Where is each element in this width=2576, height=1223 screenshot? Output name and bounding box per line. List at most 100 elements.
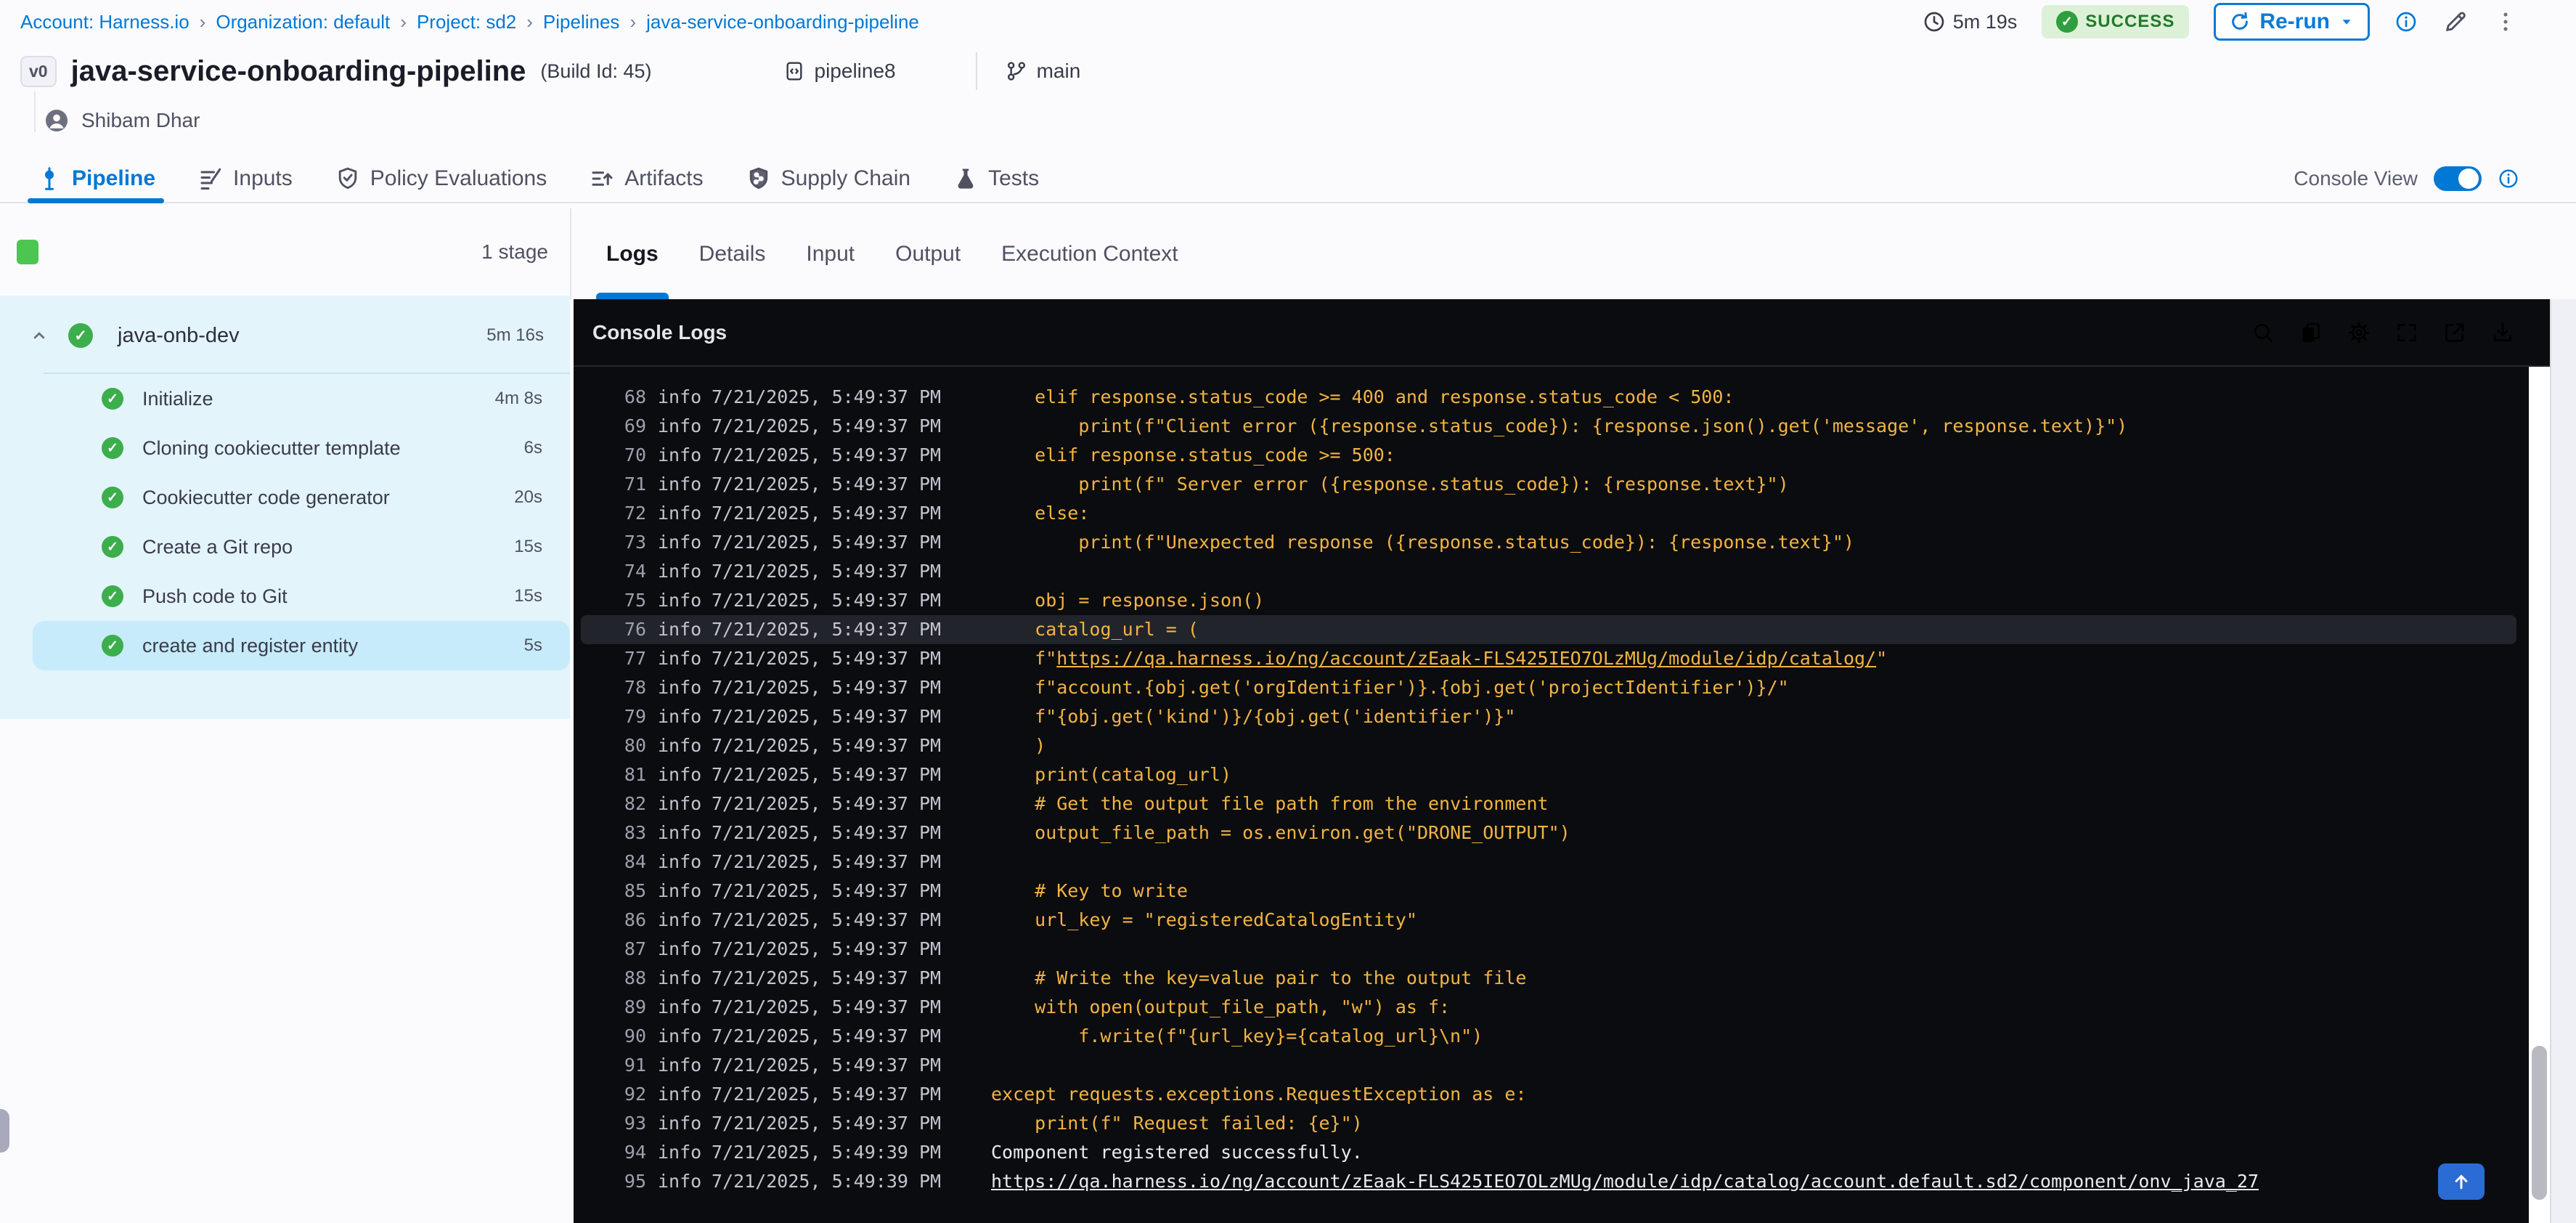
drawer-handle[interactable]: [0, 1109, 9, 1153]
log-level: info: [658, 474, 702, 495]
log-line-78[interactable]: 78 info 7/21/2025, 5:49:37 PM f"account.{ob…: [581, 673, 2516, 702]
log-line-87[interactable]: 87 info 7/21/2025, 5:49:37 PM: [581, 935, 2516, 964]
log-line-73[interactable]: 73 info 7/21/2025, 5:49:37 PM print(f"Unexp…: [581, 528, 2516, 557]
log-line-93[interactable]: 93 info 7/21/2025, 5:49:37 PM print(f" Requ…: [581, 1109, 2516, 1138]
breadcrumb-item[interactable]: Account: Harness.io: [20, 11, 189, 33]
log-line-79[interactable]: 79 info 7/21/2025, 5:49:37 PM f"{obj.get('k…: [581, 702, 2516, 731]
step-row-create-a-git-repo[interactable]: ✓ Create a Git repo 15s: [33, 522, 570, 572]
log-text: print(f" Request failed: {e}"): [1035, 1113, 1363, 1134]
info-icon[interactable]: [2498, 168, 2519, 190]
console-title: Console Logs: [592, 320, 727, 344]
log-line-69[interactable]: 69 info 7/21/2025, 5:49:37 PM print(f"Clien…: [581, 412, 2516, 441]
log-timestamp: 7/21/2025, 5:49:37 PM: [712, 967, 942, 988]
repo-chip[interactable]: pipeline8: [783, 60, 896, 83]
chevron-up-icon[interactable]: [29, 325, 49, 346]
log-line-number: 72: [624, 503, 646, 524]
log-line-85[interactable]: 85 info 7/21/2025, 5:49:37 PM # Key to writ…: [581, 877, 2516, 906]
info-icon[interactable]: [2394, 10, 2418, 33]
pipeline-title-row: v0 java-service-onboarding-pipeline (Bui…: [0, 48, 2576, 132]
console-view-toggle[interactable]: [2434, 166, 2482, 191]
log-scrollbar-track[interactable]: [2529, 367, 2550, 1223]
log-link[interactable]: https://qa.harness.io/ng/account/zEaak-F…: [991, 1171, 2259, 1192]
log-line-71[interactable]: 71 info 7/21/2025, 5:49:37 PM print(f" Serv…: [581, 470, 2516, 499]
log-line-86[interactable]: 86 info 7/21/2025, 5:49:37 PM url_key = "re…: [581, 906, 2516, 935]
step-row-cookiecutter-code-generator[interactable]: ✓ Cookiecutter code generator 20s: [33, 473, 570, 522]
breadcrumb-item[interactable]: Organization: default: [216, 11, 390, 33]
breadcrumb-item[interactable]: Pipelines: [543, 11, 620, 33]
log-line-83[interactable]: 83 info 7/21/2025, 5:49:37 PM output_file_p…: [581, 818, 2516, 848]
branch-chip[interactable]: main: [1005, 60, 1080, 83]
log-line-number: 84: [624, 851, 646, 872]
fullscreen-icon[interactable]: [2394, 320, 2419, 345]
log-line-75[interactable]: 75 info 7/21/2025, 5:49:37 PM obj = respons…: [581, 586, 2516, 615]
breadcrumb-item[interactable]: java-service-onboarding-pipeline: [646, 11, 919, 33]
edit-pencil-icon[interactable]: [2442, 9, 2469, 35]
step-name: create and register entity: [142, 634, 359, 657]
log-line-91[interactable]: 91 info 7/21/2025, 5:49:37 PM: [581, 1051, 2516, 1080]
log-line-number: 78: [624, 677, 646, 698]
success-check-icon: ✓: [102, 536, 123, 558]
log-level: info: [658, 880, 702, 901]
log-line-84[interactable]: 84 info 7/21/2025, 5:49:37 PM: [581, 848, 2516, 877]
log-text: elif response.status_code >= 500:: [1035, 444, 1395, 466]
stages-sidebar: 1 stage ✓ java-onb-dev 5m 16s ✓ Initializ…: [0, 208, 570, 1223]
log-line-74[interactable]: 74 info 7/21/2025, 5:49:37 PM: [581, 557, 2516, 586]
scroll-to-top-button[interactable]: [2438, 1163, 2485, 1200]
log-line-76[interactable]: 76 info 7/21/2025, 5:49:37 PM catalog_url =…: [581, 615, 2516, 644]
tab-inputs[interactable]: Inputs: [197, 155, 293, 202]
tab-pipeline[interactable]: Pipeline: [27, 155, 165, 203]
download-icon[interactable]: [2490, 320, 2515, 345]
kebab-menu-icon[interactable]: [2493, 9, 2518, 34]
log-text: # Key to write: [1035, 880, 1188, 901]
log-line-95[interactable]: 95 info 7/21/2025, 5:49:39 PM https://qa.ha…: [581, 1167, 2516, 1196]
log-tab-output[interactable]: Output: [895, 208, 961, 299]
log-line-90[interactable]: 90 info 7/21/2025, 5:49:37 PM f.write(f"{ur…: [581, 1022, 2516, 1051]
page-title: java-service-onboarding-pipeline: [70, 54, 526, 87]
log-line-92[interactable]: 92 info 7/21/2025, 5:49:37 PM except reques…: [581, 1080, 2516, 1109]
log-line-68[interactable]: 68 info 7/21/2025, 5:49:37 PM elif response…: [581, 383, 2516, 412]
log-line-72[interactable]: 72 info 7/21/2025, 5:49:37 PM else:: [581, 499, 2516, 528]
supply-chain-shield-icon: [746, 166, 772, 192]
step-row-push-code-to-git[interactable]: ✓ Push code to Git 15s: [33, 572, 570, 621]
log-timestamp: 7/21/2025, 5:49:37 PM: [712, 793, 942, 814]
step-row-initialize[interactable]: ✓ Initialize 4m 8s: [33, 374, 570, 423]
log-tab-logs[interactable]: Logs: [596, 208, 669, 299]
rerun-button[interactable]: Re-run: [2214, 3, 2370, 41]
log-level: info: [658, 793, 702, 814]
tab-supply-chain[interactable]: Supply Chain: [746, 155, 910, 202]
log-timestamp: 7/21/2025, 5:49:39 PM: [712, 1171, 942, 1192]
breadcrumb-separator: ›: [400, 10, 407, 33]
log-line-number: 71: [624, 474, 646, 495]
log-timestamp: 7/21/2025, 5:49:37 PM: [712, 764, 942, 785]
tests-flask-icon: [953, 166, 979, 192]
log-line-94[interactable]: 94 info 7/21/2025, 5:49:39 PM Component reg…: [581, 1138, 2516, 1167]
log-tab-execution-context[interactable]: Execution Context: [1001, 208, 1178, 299]
search-icon[interactable]: [2251, 320, 2275, 345]
log-line-80[interactable]: 80 info 7/21/2025, 5:49:37 PM): [581, 731, 2516, 760]
console-actions: [2251, 320, 2515, 345]
stage-row[interactable]: ✓ java-onb-dev 5m 16s: [0, 309, 570, 362]
success-check-icon: ✓: [2056, 11, 2079, 33]
copy-icon[interactable]: [2299, 320, 2323, 345]
log-line-77[interactable]: 77 info 7/21/2025, 5:49:37 PM f"https://qa.…: [581, 644, 2516, 673]
tab-artifacts[interactable]: Artifacts: [589, 155, 704, 202]
open-in-new-icon[interactable]: [2442, 320, 2467, 345]
breadcrumb-item[interactable]: Project: sd2: [417, 11, 516, 33]
step-row-create-and-register-entity[interactable]: ✓ create and register entity 5s: [33, 621, 570, 670]
tab-tests[interactable]: Tests: [953, 155, 1039, 202]
log-link[interactable]: https://qa.harness.io/ng/account/zEaak-F…: [1056, 648, 1876, 669]
log-tab-input[interactable]: Input: [806, 208, 855, 299]
log-line-82[interactable]: 82 info 7/21/2025, 5:49:37 PM # Get the out…: [581, 789, 2516, 818]
log-scrollbar-thumb[interactable]: [2532, 1046, 2547, 1200]
step-row-cloning-cookiecutter-template[interactable]: ✓ Cloning cookiecutter template 6s: [33, 423, 570, 473]
tab-policy-evaluations[interactable]: Policy Evaluations: [335, 155, 547, 202]
log-lines: 68 info 7/21/2025, 5:49:37 PM elif response…: [574, 367, 2550, 1223]
log-line-81[interactable]: 81 info 7/21/2025, 5:49:37 PM print(catalog…: [581, 760, 2516, 789]
log-tab-details[interactable]: Details: [699, 208, 766, 299]
log-level: info: [658, 444, 702, 466]
settings-gear-icon[interactable]: [2347, 320, 2371, 345]
log-line-70[interactable]: 70 info 7/21/2025, 5:49:37 PM elif response…: [581, 441, 2516, 470]
success-check-icon: ✓: [102, 388, 123, 410]
log-line-88[interactable]: 88 info 7/21/2025, 5:49:37 PM # Write the k…: [581, 964, 2516, 993]
log-line-89[interactable]: 89 info 7/21/2025, 5:49:37 PM with open(out…: [581, 993, 2516, 1022]
